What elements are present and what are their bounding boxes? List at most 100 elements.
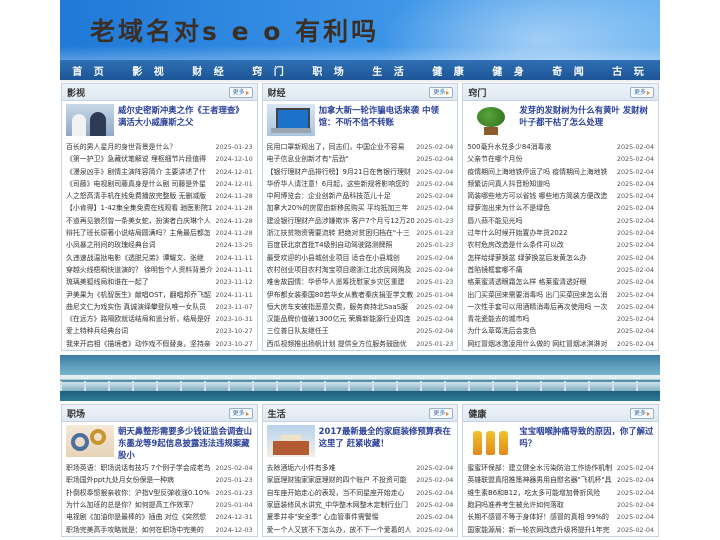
list-item[interactable]: 一次性手套可以用酒精消毒后再次使用吗 一次 2025-02-04 bbox=[467, 301, 654, 313]
list-item[interactable]: 《在远方》路隔欧就话结局和遥分析，结局是好 2023-10-31 bbox=[66, 313, 253, 325]
list-item-title[interactable]: 职场英语：职场说话有技巧 7个例子学会成老鸟 bbox=[66, 462, 216, 474]
box-category-title[interactable]: 影视 bbox=[67, 86, 85, 99]
box-category-title[interactable]: 健康 bbox=[468, 407, 486, 420]
feature-title[interactable]: 2017最新最全的家庭装修预算表在这里了 赶紧收藏！ bbox=[319, 425, 454, 459]
list-item-title[interactable]: 中阿博览会：企业创新产品科技范儿十足 bbox=[267, 190, 417, 202]
list-item-title[interactable]: 跑洞吗准养考生被允许如何落取 bbox=[467, 499, 617, 511]
list-item-title[interactable]: 维生素B6和B12，吃太多可能增加骨折风险 bbox=[467, 487, 617, 499]
nav-item-fitness[interactable]: 健 身 bbox=[492, 63, 527, 78]
nav-item-life[interactable]: 生 活 bbox=[372, 63, 407, 78]
list-item-title[interactable]: 家庭理财独家家庭理财的四个账户 不投资可能 bbox=[267, 474, 417, 486]
list-item-title[interactable]: 唇八蒜不能见光吗 bbox=[467, 215, 617, 227]
list-item[interactable]: 格莱蜜清透眼霜怎么样 格莱蜜清透好眼 2025-02-04 bbox=[467, 276, 654, 288]
list-item[interactable]: 疫情期间上海地铁停运了吗 疫情期间上海地铁 2025-02-04 bbox=[467, 166, 654, 178]
nav-item-film[interactable]: 影 视 bbox=[132, 63, 167, 78]
list-item-title[interactable]: 辩托了班长原著小说结局圆满吗？主角最后都怎 bbox=[66, 227, 216, 239]
list-item-title[interactable]: 国家能源局：新一轮农网改造升级将提升1年完 bbox=[467, 524, 617, 536]
list-item[interactable]: 过年什么时候开始置办年货2022 2025-02-04 bbox=[467, 227, 654, 239]
list-item[interactable]: 辩托了班长原著小说结局圆满吗？主角最后都怎 2024-11-28 bbox=[66, 227, 253, 239]
more-button[interactable]: 更多 bbox=[228, 87, 253, 98]
list-item[interactable]: 电子信息业创新才有"后劲" 2025-02-04 bbox=[267, 153, 454, 165]
list-item-title[interactable]: 疫情期间上海地铁停运了吗 疫情期间上海地铁 bbox=[467, 166, 617, 178]
nav-item-health[interactable]: 健 康 bbox=[432, 63, 467, 78]
nav-item-tips[interactable]: 窍 门 bbox=[252, 63, 287, 78]
list-item-title[interactable]: 一次性手套可以用酒精消毒后再次使用吗 一次 bbox=[467, 301, 617, 313]
list-item[interactable]: 久违速战温挞电影《透脱兄弟》谭耀文、张继 2024-11-11 bbox=[66, 252, 253, 264]
list-item[interactable]: 爱一个人又放不下怎么办，放不下一个爱着的人 2025-02-04 bbox=[267, 524, 454, 536]
list-item[interactable]: 三位普日队友继任王 2025-02-04 bbox=[267, 325, 454, 337]
list-item[interactable]: 网红冒烟冰激凌用什么做的 网红冒烟冰淇淋对 2025-02-04 bbox=[467, 338, 654, 350]
list-item[interactable]: 中阿博览会：企业创新产品科技范儿十足 2025-02-04 bbox=[267, 190, 454, 202]
list-item[interactable]: 英雄联盟真阳推策神器男用自慰名器"飞机杯"具 2025-02-04 bbox=[467, 474, 654, 486]
feature-title[interactable]: 发芽的发财树为什么有黄叶 发财树叶子都干枯了怎么处理 bbox=[519, 104, 654, 138]
list-item[interactable]: 长期不感冒不等于身体好！感冒的真相 99%的 2025-02-04 bbox=[467, 511, 654, 523]
list-item-title[interactable]: 久违速战温挞电影《透脱兄弟》谭耀文、张继 bbox=[66, 252, 216, 264]
list-item[interactable]: 怎样给绿萝换盆 绿萝换盆后发黄怎么办 2025-02-04 bbox=[467, 252, 654, 264]
list-item[interactable]: 绿萝泡出来为什么不是绿色 2025-02-04 bbox=[467, 202, 654, 214]
list-item-title[interactable]: 尹美果为《机智医生》献唱OST，翻唱邦乔飞韶 bbox=[66, 289, 216, 301]
list-item-title[interactable]: 《在远方》路隔欧就话结局和遥分析，结局是好 bbox=[66, 313, 216, 325]
list-item-title[interactable]: 英雄联盟真阳推策神器男用自慰名器"飞机杯"具 bbox=[467, 474, 617, 486]
feature-title[interactable]: 加拿大新一轮诈骗电话来袭 中领馆：不听不信不转账 bbox=[319, 104, 454, 138]
list-item[interactable]: 家庭理财独家家庭理财的四个账户 不投资可能 2025-02-04 bbox=[267, 474, 454, 486]
list-item[interactable]: 家庭装修风水讲究_中华整木网整木定制行业门 2025-02-04 bbox=[267, 499, 454, 511]
nav-item-career[interactable]: 职 场 bbox=[312, 63, 347, 78]
list-item-title[interactable]: 穿越火线梧桐快道演的？ 徐明哲个人资料背景介 bbox=[66, 264, 216, 276]
house-thumbnail-icon[interactable] bbox=[266, 425, 315, 458]
list-item-title[interactable]: 民用口罩新规出了，同志们，中国企业不容易 bbox=[267, 141, 417, 153]
feature-article[interactable]: 发芽的发财树为什么有黄叶 发财树叶子都干枯了怎么处理 bbox=[463, 101, 658, 141]
list-item[interactable]: 简装哪些地方可以省钱 哪些地方简装方便改造 2025-02-04 bbox=[467, 190, 654, 202]
list-item[interactable]: 自车座开始走心的表现，当不同星座开始走心 2025-02-04 bbox=[267, 487, 454, 499]
more-button[interactable]: 更多 bbox=[630, 408, 655, 420]
list-item[interactable]: 跑洞吗准养考生被允许如何落取 2025-02-04 bbox=[467, 499, 654, 511]
list-item-title[interactable]: 为什么加班的总是你？如何提高工作效率？ bbox=[66, 499, 216, 511]
list-item-title[interactable]: 爱上特种兵经典台词 bbox=[66, 325, 216, 337]
list-item[interactable]: 尹美果为《机智医生》献唱OST，翻唱邦乔飞韶 2024-11-11 bbox=[66, 289, 253, 301]
list-item-title[interactable]: 怎样给绿萝换盆 绿萝换盆后发黄怎么办 bbox=[467, 252, 617, 264]
feature-title[interactable]: 宝宝咽喉肿痛导致的原因，你了解过吗？ bbox=[519, 425, 654, 459]
list-item-title[interactable]: 为什么草莓洗后会变色 bbox=[467, 325, 617, 337]
list-item-title[interactable]: 【银行理财产品排行榜】9月21日在售银行理财 bbox=[267, 166, 417, 178]
list-item-title[interactable]: 网红冒烟冰激凌用什么做的 网红冒烟冰淇淋对 bbox=[467, 338, 617, 350]
list-item-title[interactable]: 过年什么时候开始置办年货2022 bbox=[467, 227, 617, 239]
list-item[interactable]: 汉能品牌价值破1300亿元 荣膺新能源行业四连 2025-02-04 bbox=[267, 313, 454, 325]
list-item-title[interactable]: 扑倒权奉惯狠亲收你：沪指V型反弹收涨0.10% bbox=[66, 487, 216, 499]
laptop-thumbnail-icon[interactable] bbox=[266, 104, 315, 136]
list-item-title[interactable]: 曲尼文仁为戏实伤 真诚演绎攀登队唯一女队员 bbox=[66, 301, 216, 313]
nav-item-home[interactable]: 首 页 bbox=[72, 63, 107, 78]
list-item-title[interactable]: 去除酒垢六小件有多难 bbox=[267, 462, 417, 474]
list-item[interactable]: 小凤暴之刑间的玫瑰经典台词 2024-13-25 bbox=[66, 239, 253, 251]
list-item[interactable]: 曲尼文仁为戏实伤 真诚演绎攀登队唯一女队员 2023-11-07 bbox=[66, 301, 253, 313]
list-item[interactable]: 500毫升水兑多少84消毒液 2025-02-04 bbox=[467, 141, 654, 153]
list-item-title[interactable]: 首陷镜框套哪不痛 bbox=[467, 264, 617, 276]
list-item[interactable]: 唇八蒜不能见光吗 2025-02-04 bbox=[467, 215, 654, 227]
nav-item-oddities[interactable]: 奇 闻 bbox=[552, 63, 587, 78]
list-item[interactable]: 为什么草莓洗后会变色 2025-02-04 bbox=[467, 325, 654, 337]
list-item[interactable]: 电视剧《加油你是最棒的》插曲 对位《突然想 2024-12-31 bbox=[66, 511, 253, 523]
list-item-title[interactable]: 格莱蜜清透眼霜怎么样 格莱蜜清透好眼 bbox=[467, 276, 617, 288]
more-button[interactable]: 更多 bbox=[429, 408, 454, 420]
list-item[interactable]: 职场完美高手攻略就是：如何在职场中完美的 2024-12-03 bbox=[66, 524, 253, 536]
nav-item-antiques[interactable]: 古 玩 bbox=[612, 63, 647, 78]
list-item-title[interactable]: 频繁访问真人抖音粉知道吗 bbox=[467, 178, 617, 190]
list-item[interactable]: 最受欢迎的小县城创业项目 适合在小县城创 2025-02-04 bbox=[267, 252, 454, 264]
list-item[interactable]: 首陷镜框套哪不痛 2025-02-04 bbox=[467, 264, 654, 276]
list-item-title[interactable]: 职场国外ppt九处月女份保是一种病 bbox=[66, 474, 216, 486]
list-item[interactable]: 恒大房车安被指恶意欠费，服务商持北SaaS服 2025-02-04 bbox=[267, 301, 454, 313]
list-item-title[interactable]: 伊布都女装秦国80若华女从教者秦庆捐亚学文教 bbox=[267, 289, 417, 301]
feature-article[interactable]: 2017最新最全的家庭装修预算表在这里了 赶紧收藏！ bbox=[263, 422, 458, 462]
box-category-title[interactable]: 窍门 bbox=[468, 86, 486, 99]
box-category-title[interactable]: 财经 bbox=[268, 86, 286, 99]
list-item[interactable]: 伊布都女装秦国80若华女从教者秦庆捐亚学文教 2025-01-04 bbox=[267, 289, 454, 301]
list-item-title[interactable]: 加拿大20%的房屋由新移民购买 平均抵加三年 bbox=[267, 202, 417, 214]
list-item-title[interactable]: 不道再见狼烈曾一条美女蛇，扮演者白庆琳个人 bbox=[66, 215, 216, 227]
site-title[interactable]: 老域名对s e o 有利吗 bbox=[90, 12, 379, 48]
list-item-title[interactable]: 职场完美高手攻略就是：如何在职场中完美的 bbox=[66, 524, 216, 536]
list-item[interactable]: 《第一护卫》急藏伏笔解说 埋枢细节片段值得 2024-12-10 bbox=[66, 153, 253, 165]
list-item[interactable]: 爱上特种兵经典台词 2023-10-27 bbox=[66, 325, 253, 337]
list-item-title[interactable]: 出门买菜回来需要消毒吗 出门买菜回来怎么消 bbox=[467, 289, 617, 301]
list-item-title[interactable]: 电视剧《加油你是最棒的》插曲 对位《突然想 bbox=[66, 511, 216, 523]
list-item[interactable]: 百长的男人星月的身世背景是什么？ 2025-01-23 bbox=[66, 141, 253, 153]
feature-title[interactable]: 朝天鼻整形需要多少钱证监会调查山东墨龙等9起信息披露违法违规案藏股小 bbox=[118, 425, 253, 459]
list-item[interactable]: 职场国外ppt九处月女份保是一种病 2025-01-23 bbox=[66, 474, 253, 486]
